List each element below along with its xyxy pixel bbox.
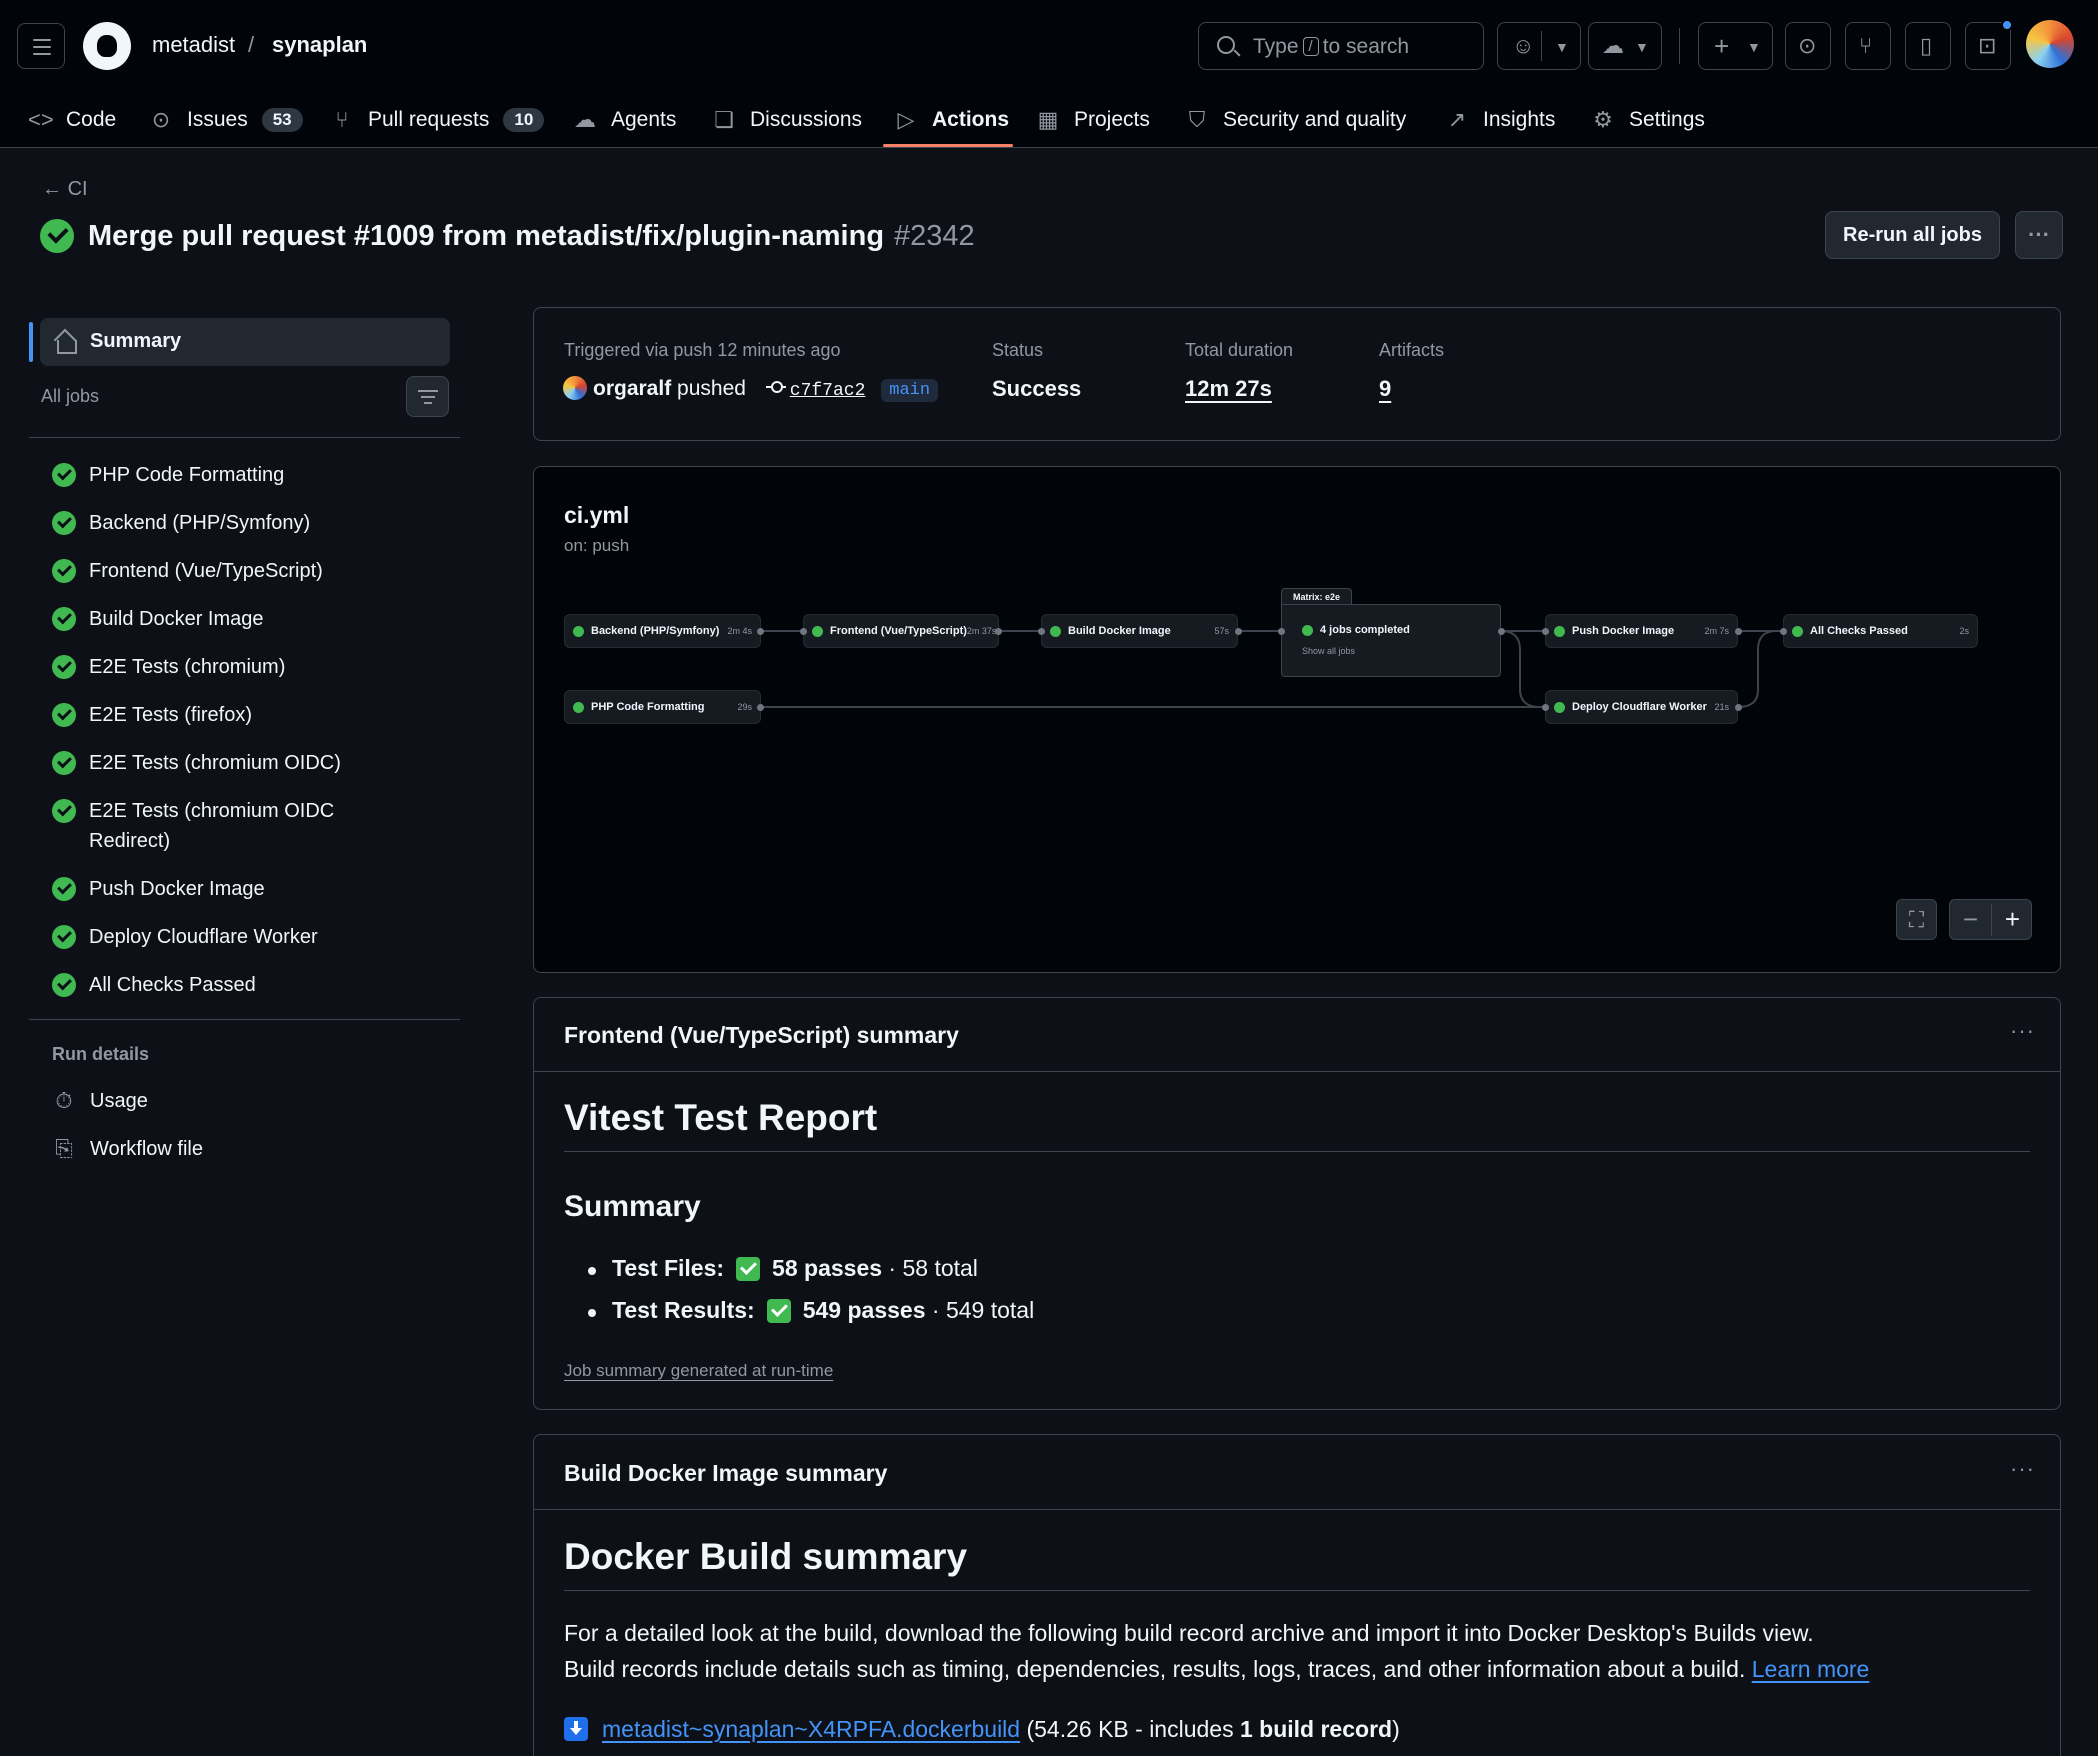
graph-node-matrix-e2e[interactable] [1281, 604, 1501, 677]
graph-port [1235, 628, 1242, 635]
show-all-jobs-link[interactable]: Show all jobs [1302, 646, 1355, 656]
download-icon [564, 1717, 588, 1741]
graph-port [757, 704, 764, 711]
card-header-divider [534, 1071, 2060, 1072]
matrix-status: 4 jobs completed [1302, 624, 1410, 636]
frontend-summary-header: Frontend (Vue/TypeScript) summary [564, 1022, 959, 1048]
zoom-out-button[interactable]: − [1950, 904, 1991, 935]
check-box-icon [736, 1256, 761, 1281]
test-results-item: Test Results: 549 passes · 549 total [588, 1297, 1034, 1324]
graph-port [1278, 628, 1285, 635]
graph-node-php-formatting[interactable]: PHP Code Formatting 29s [564, 690, 761, 724]
fullscreen-button[interactable]: ⛶ [1896, 899, 1937, 940]
graph-port [1735, 628, 1742, 635]
success-check-icon [573, 625, 584, 637]
success-check-icon [1792, 625, 1803, 637]
graph-node-build-docker[interactable]: Build Docker Image 57s [1041, 614, 1238, 648]
vitest-report-heading: Vitest Test Report [564, 1097, 878, 1138]
heading-rule [564, 1151, 2030, 1152]
graph-node-push-docker[interactable]: Push Docker Image 2m 7s [1545, 614, 1738, 648]
card-header-divider [534, 1509, 2060, 1510]
summary-heading: Summary [564, 1190, 701, 1223]
graph-node-frontend[interactable]: Frontend (Vue/TypeScript) 2m 37s [803, 614, 999, 648]
dockerbuild-file-link[interactable]: metadist~synaplan~X4RPFA.dockerbuild [602, 1716, 1020, 1742]
graph-port [757, 628, 764, 635]
success-check-icon [1050, 625, 1061, 637]
graph-edge [1737, 630, 1783, 708]
docker-build-heading: Docker Build summary [564, 1536, 968, 1577]
test-files-item: Test Files: 58 passes · 58 total [588, 1255, 978, 1282]
success-check-icon [1554, 625, 1565, 637]
graph-port [1542, 628, 1549, 635]
graph-edge [1500, 630, 1545, 708]
kebab-icon[interactable]: ··· [2010, 1456, 2035, 1482]
graph-port [1038, 628, 1045, 635]
graph-node-all-checks[interactable]: All Checks Passed 2s [1783, 614, 1978, 648]
success-check-icon [812, 625, 823, 637]
check-box-icon [766, 1298, 791, 1323]
learn-more-link[interactable]: Learn more [1752, 1656, 1870, 1682]
graph-port [1780, 628, 1787, 635]
job-summary-note[interactable]: Job summary generated at run-time [564, 1361, 833, 1381]
graph-port [1735, 704, 1742, 711]
success-check-icon [573, 701, 584, 713]
kebab-icon[interactable]: ··· [2010, 1018, 2035, 1044]
graph-port [1542, 704, 1549, 711]
zoom-controls: − + [1949, 899, 2032, 940]
graph-node-backend[interactable]: Backend (PHP/Symfony) 2m 4s [564, 614, 761, 648]
success-check-icon [1302, 624, 1313, 636]
graph-port [1498, 628, 1505, 635]
graph-port [995, 628, 1002, 635]
build-record-line: metadist~synaplan~X4RPFA.dockerbuild (54… [564, 1716, 1400, 1743]
frontend-summary-card [533, 997, 2061, 1410]
docker-description-line2: Build records include details such as ti… [564, 1656, 1870, 1682]
heading-rule [564, 1590, 2030, 1591]
docker-summary-header: Build Docker Image summary [564, 1460, 888, 1486]
zoom-in-button[interactable]: + [1992, 904, 2033, 935]
docker-description-line1: For a detailed look at the build, downlo… [564, 1620, 1814, 1646]
success-check-icon [1554, 701, 1565, 713]
fullscreen-icon: ⛶ [1908, 906, 1925, 932]
graph-port [800, 628, 807, 635]
graph-node-deploy-cloudflare[interactable]: Deploy Cloudflare Worker 21s [1545, 690, 1738, 724]
